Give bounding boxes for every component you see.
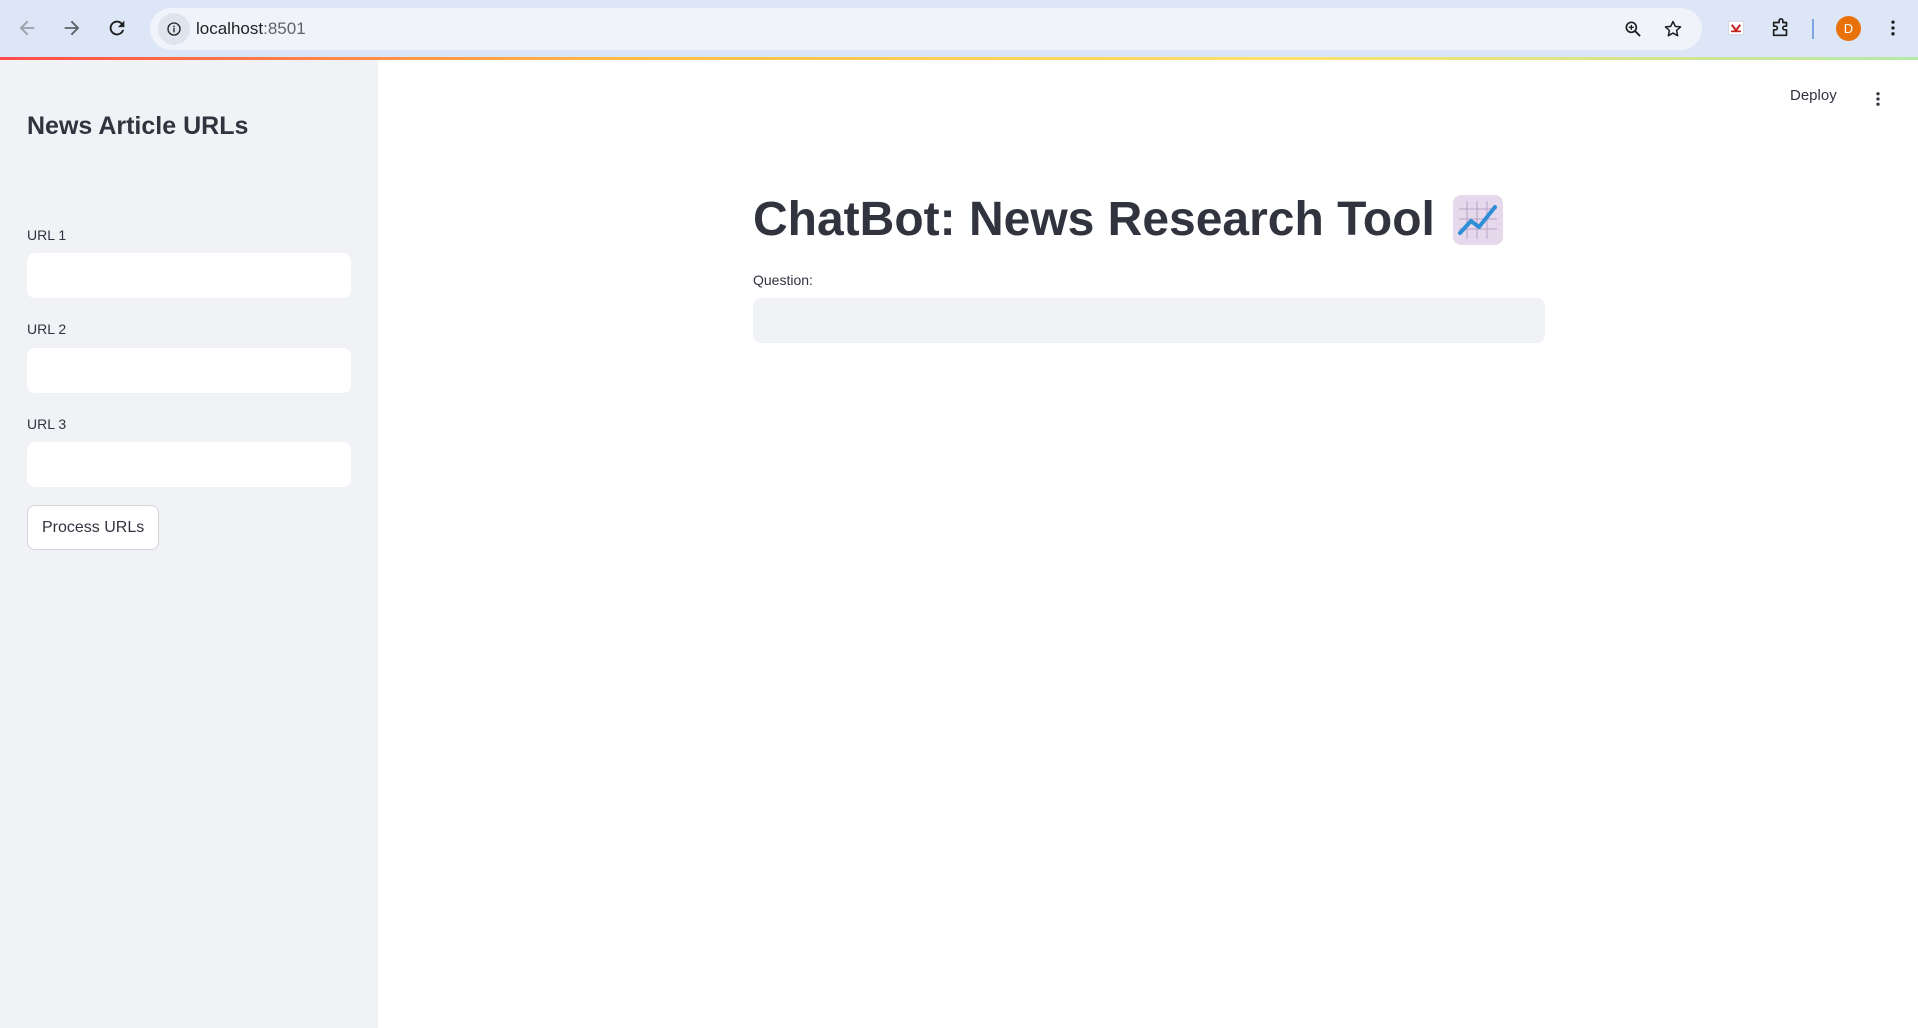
extension-shield-icon[interactable]	[1722, 14, 1750, 42]
kebab-menu-icon	[1876, 92, 1880, 106]
site-info-button[interactable]	[158, 13, 190, 45]
site-info-icon	[167, 22, 181, 36]
url-1-label: URL 1	[27, 227, 67, 243]
url-2-label: URL 2	[27, 321, 67, 337]
url-2-input[interactable]	[27, 348, 351, 393]
reload-button[interactable]	[99, 10, 135, 46]
kebab-menu-icon[interactable]	[1879, 14, 1907, 42]
url-1-input[interactable]	[27, 253, 351, 298]
reload-icon	[109, 20, 125, 36]
question-label: Question:	[753, 272, 813, 288]
back-icon	[19, 20, 35, 36]
main-menu-button[interactable]	[1866, 87, 1890, 111]
url-text[interactable]: localhost:8501	[196, 19, 306, 39]
url-3-input[interactable]	[27, 442, 351, 487]
extensions-puzzle-icon[interactable]	[1767, 14, 1795, 42]
question-input[interactable]	[753, 298, 1545, 343]
bookmark-star-icon[interactable]	[1662, 18, 1684, 40]
url-host: localhost	[196, 19, 264, 38]
url-3-label: URL 3	[27, 416, 67, 432]
forward-icon	[64, 20, 80, 36]
address-bar[interactable]: localhost:8501	[150, 8, 1702, 50]
process-urls-button[interactable]: Process URLs	[27, 505, 160, 550]
sidebar-title: News Article URLs	[27, 112, 249, 140]
url-port: :8501	[263, 19, 306, 38]
page-title: ChatBot: News Research Tool	[753, 192, 1503, 247]
browser-toolbar: localhost:8501 D	[0, 0, 1918, 57]
zoom-icon[interactable]	[1622, 18, 1644, 40]
chart-increasing-icon	[1452, 194, 1503, 245]
page-title-text: ChatBot: News Research Tool	[753, 193, 1435, 246]
back-button[interactable]	[9, 10, 45, 46]
profile-avatar[interactable]: D	[1836, 16, 1861, 41]
deploy-button[interactable]: Deploy	[1790, 87, 1837, 104]
toolbar-divider	[1812, 19, 1814, 39]
forward-button[interactable]	[54, 10, 90, 46]
